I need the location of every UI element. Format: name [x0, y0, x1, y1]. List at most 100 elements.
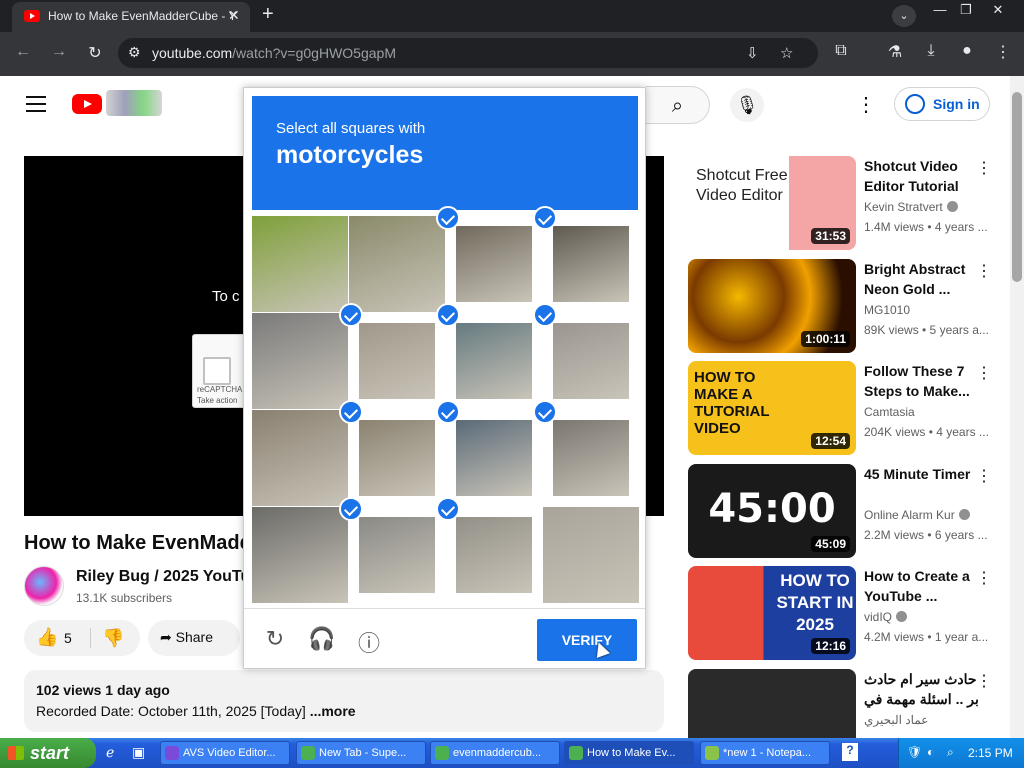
taskbar-item[interactable]: New Tab - Supe... — [296, 741, 426, 765]
recommendation-item[interactable]: HOW TO START IN 2025 12:16 How to Create… — [688, 566, 1006, 662]
channel-label[interactable]: Online Alarm Kur — [864, 508, 955, 522]
captcha-tile[interactable] — [349, 410, 445, 506]
tab-search-chevron-icon[interactable]: ⌄ — [892, 5, 916, 27]
description-more-link[interactable]: ...more — [310, 703, 356, 719]
captcha-tile[interactable] — [543, 410, 639, 506]
browser-menu-icon[interactable]: ⋮ — [992, 42, 1014, 62]
downloads-icon[interactable]: ⤓ — [920, 42, 942, 60]
close-window-button[interactable]: ✕ — [986, 2, 1010, 18]
share-button[interactable]: ➦ Share — [148, 620, 240, 656]
captcha-tile[interactable] — [252, 507, 348, 603]
captcha-tile[interactable] — [349, 507, 445, 603]
restore-button[interactable]: ❐ — [954, 2, 978, 18]
taskbar-item[interactable]: evenmaddercub... — [430, 741, 560, 765]
captcha-tile[interactable] — [252, 216, 348, 312]
captcha-tile[interactable] — [543, 216, 639, 312]
channel-label[interactable]: عماد البحيري — [864, 713, 928, 727]
back-arrow-icon[interactable]: ← — [12, 43, 34, 61]
reload-challenge-icon[interactable]: ↻ — [262, 626, 288, 652]
taskbar-item[interactable]: AVS Video Editor... — [160, 741, 290, 765]
taskbar-item[interactable]: *new 1 - Notepa... — [700, 741, 830, 765]
video-thumbnail[interactable]: 1:00:11 — [688, 258, 856, 353]
more-actions-icon[interactable]: ⋮ — [976, 568, 992, 588]
captcha-tile[interactable] — [349, 216, 445, 312]
start-button[interactable]: start — [0, 738, 96, 768]
more-actions-icon[interactable]: ⋮ — [976, 363, 992, 383]
recommendation-item[interactable]: Shotcut Free Video Editor 31:53 Shotcut … — [688, 156, 1006, 252]
channel-name[interactable]: Riley Bug / 2025 YouTube — [76, 568, 246, 586]
recaptcha-checkbox-widget[interactable]: reCAPTCHA Take action — [192, 334, 250, 408]
channel-label[interactable]: vidIQ — [864, 610, 892, 624]
recommendation-item[interactable]: 1:00:11 Bright Abstract Neon Gold ... MG… — [688, 258, 1006, 355]
bookmark-star-icon[interactable]: ☆ — [780, 44, 793, 62]
channel-label[interactable]: Camtasia — [864, 405, 915, 419]
audio-challenge-headphones-icon[interactable]: 🎧 — [308, 626, 335, 652]
more-actions-icon[interactable]: ⋮ — [976, 671, 992, 691]
description-box[interactable]: 102 views 1 day ago Recorded Date: Octob… — [24, 670, 664, 732]
settings-kebab-icon[interactable]: ⋮ — [856, 92, 876, 117]
help-info-icon[interactable]: ⓘ — [356, 626, 382, 656]
captcha-tile[interactable] — [446, 216, 542, 312]
recommendation-title[interactable]: Follow These 7 Steps to Make... — [864, 361, 988, 401]
reload-icon[interactable]: ↻ — [84, 43, 106, 63]
channel-avatar[interactable] — [24, 566, 64, 606]
close-tab-icon[interactable]: ✕ — [228, 7, 240, 24]
browser-tab-active[interactable]: How to Make EvenMadderCube - Y ✕ — [12, 2, 250, 32]
video-duration: 12:54 — [811, 433, 850, 449]
security-shield-icon[interactable]: 🛡 — [907, 745, 922, 759]
captcha-tile[interactable] — [446, 313, 542, 409]
site-settings-icon[interactable]: ⚙ — [128, 44, 141, 61]
install-app-icon[interactable]: ⇩ — [746, 44, 759, 62]
search-button[interactable]: ⌕ — [646, 86, 710, 124]
labs-flask-icon[interactable]: ⚗ — [884, 42, 906, 62]
address-bar[interactable]: ⚙ youtube.com/watch?v=g0gHWO5gapM ⇩ ☆ — [118, 38, 818, 68]
captcha-tile[interactable] — [543, 313, 639, 409]
video-thumbnail[interactable]: Shotcut Free Video Editor 31:53 — [688, 156, 856, 250]
recommendation-title[interactable]: 45 Minute Timer — [864, 464, 988, 484]
new-tab-button[interactable]: + — [262, 3, 274, 26]
recommendation-item[interactable]: 45:00 45:09 45 Minute Timer Online Alarm… — [688, 463, 1006, 560]
captcha-tile-image — [252, 216, 348, 312]
ie-quicklaunch-icon[interactable]: ℯ — [106, 744, 114, 761]
voice-search-mic-icon[interactable]: 🎙 — [730, 88, 764, 122]
like-thumb-icon[interactable]: 👍 — [36, 627, 58, 648]
dislike-thumb-icon[interactable]: 👎 — [102, 628, 124, 649]
more-actions-icon[interactable]: ⋮ — [976, 466, 992, 486]
verify-button[interactable]: VERIFY — [537, 619, 637, 661]
captcha-tile[interactable] — [252, 410, 348, 506]
youtube-doodle-logo[interactable] — [106, 90, 162, 116]
hamburger-menu-icon[interactable] — [26, 96, 46, 117]
recommendation-item[interactable]: HOW TO MAKE A TUTORIAL VIDEO 12:54 Follo… — [688, 361, 1006, 457]
captcha-tile[interactable] — [349, 313, 445, 409]
search-tray-icon[interactable]: ⌕ — [947, 745, 954, 760]
more-actions-icon[interactable]: ⋮ — [976, 261, 992, 281]
channel-label[interactable]: Kevin Stratvert — [864, 200, 943, 214]
minimize-button[interactable]: — — [928, 2, 952, 17]
taskbar-item[interactable]: How to Make Ev... — [564, 741, 694, 765]
recommendation-title[interactable]: Bright Abstract Neon Gold ... — [864, 259, 988, 299]
network-icon[interactable]: ◐ — [927, 745, 934, 759]
more-actions-icon[interactable]: ⋮ — [976, 158, 992, 178]
desktop-quicklaunch-icon[interactable]: ▣ — [132, 744, 145, 761]
extensions-icon[interactable]: ⧉ — [830, 42, 852, 60]
like-count[interactable]: 5 — [64, 630, 72, 646]
video-thumbnail[interactable]: 45:00 45:09 — [688, 463, 856, 558]
url-text[interactable]: youtube.com/watch?v=g0gHWO5gapM — [152, 45, 396, 61]
recommendation-title[interactable]: Shotcut Video Editor Tutorial — [864, 156, 988, 196]
captcha-tile[interactable] — [446, 507, 542, 603]
channel-label[interactable]: MG1010 — [864, 303, 910, 317]
sign-in-button[interactable]: Sign in — [894, 87, 990, 121]
video-thumbnail[interactable]: HOW TO START IN 2025 12:16 — [688, 566, 856, 660]
forward-arrow-icon[interactable]: → — [48, 43, 70, 61]
youtube-logo-icon[interactable] — [72, 94, 102, 114]
recommendation-title[interactable]: How to Create a YouTube ... — [864, 566, 988, 606]
recaptcha-checkbox[interactable] — [203, 357, 231, 385]
captcha-tile[interactable] — [543, 507, 639, 603]
scrollbar-thumb[interactable] — [1012, 92, 1022, 282]
captcha-tile[interactable] — [446, 410, 542, 506]
profile-icon[interactable]: ● — [956, 42, 978, 60]
video-thumbnail[interactable]: HOW TO MAKE A TUTORIAL VIDEO 12:54 — [688, 361, 856, 455]
captcha-tile[interactable] — [252, 313, 348, 409]
recommendation-title[interactable]: حادث سير ام حادث بر .. اسئلة مهمة في — [864, 669, 988, 709]
help-tray-icon[interactable]: ? — [842, 743, 858, 761]
